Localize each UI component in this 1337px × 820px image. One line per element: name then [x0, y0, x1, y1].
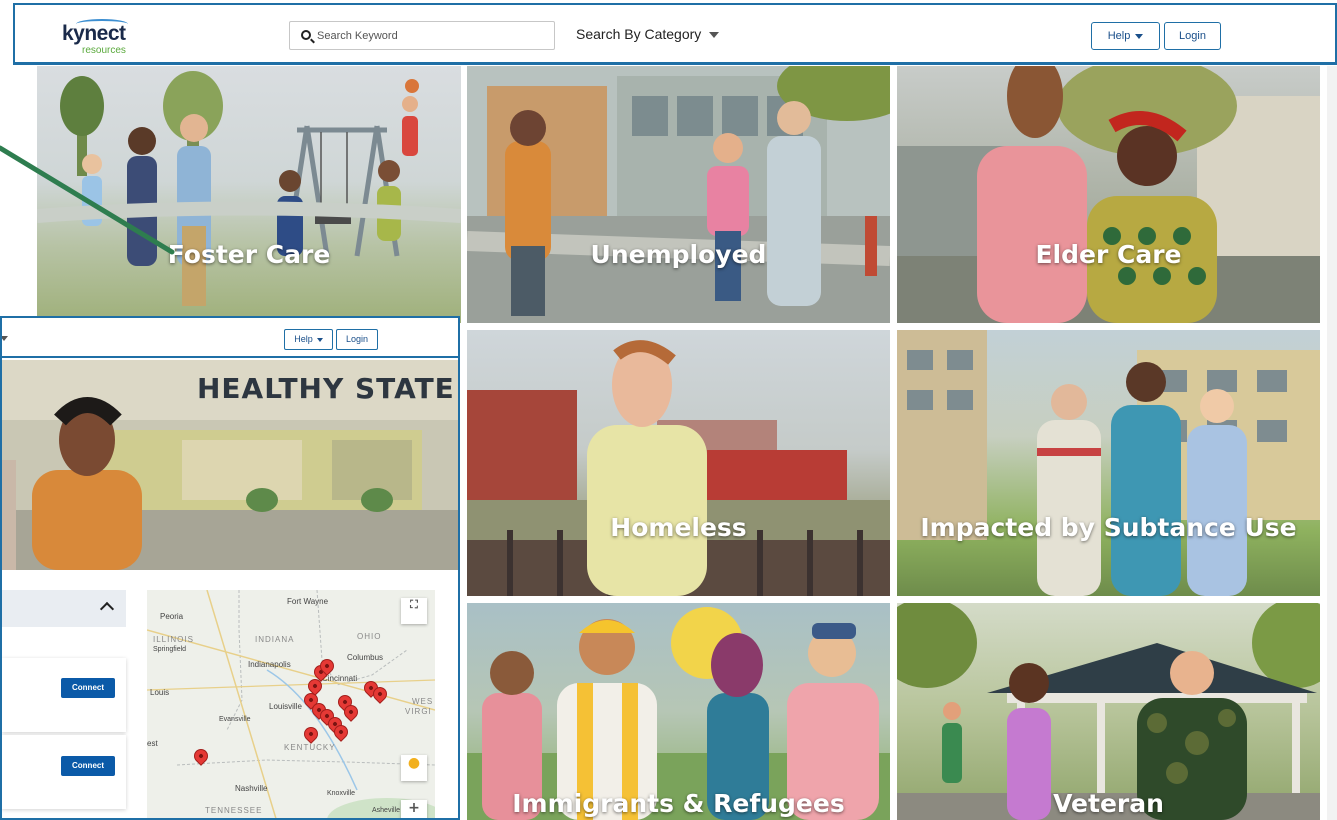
category-tile-immigrants-refugees[interactable]: Immigrants & Refugees: [467, 603, 890, 820]
connect-button[interactable]: Connect: [61, 756, 115, 776]
category-tile-elder-care[interactable]: Elder Care: [897, 66, 1320, 323]
map-label: Asheville: [372, 807, 401, 814]
tile-label: Immigrants & Refugees: [512, 789, 845, 818]
category-tile-unemployed[interactable]: Unemployed: [467, 66, 890, 323]
map-label: Fort Wayne: [287, 597, 329, 606]
search-by-category-dropdown[interactable]: Search By Category: [576, 26, 720, 42]
kynect-logo[interactable]: kynect resources: [62, 19, 142, 59]
chevron-up-icon: [99, 601, 115, 617]
map-label: Columbus: [347, 653, 384, 662]
help-label: Help: [1107, 30, 1131, 42]
category-label: Search By Category: [576, 26, 702, 42]
tile-label: Unemployed: [590, 240, 767, 269]
tile-label: Homeless: [610, 513, 747, 542]
page-scrollbar[interactable]: [1327, 66, 1337, 820]
map-label: WES: [412, 697, 434, 706]
overlay-login-label: Login: [345, 334, 369, 344]
map-label: Peoria: [160, 612, 184, 621]
search-box[interactable]: [289, 21, 555, 50]
substance-use-illustration: [897, 330, 1320, 596]
login-label: Login: [1179, 30, 1206, 42]
search-input[interactable]: [317, 26, 547, 46]
map-label: INDIANA: [255, 635, 295, 644]
search-icon: [301, 30, 311, 40]
resource-card: Connect: [2, 735, 126, 809]
fullscreen-icon[interactable]: ⛶: [401, 598, 427, 624]
unemployed-illustration: [467, 66, 890, 323]
map-label: OHIO: [357, 632, 382, 641]
resource-card: Connect: [2, 658, 126, 732]
elder-care-illustration: [897, 66, 1320, 323]
tile-label: Impacted by Subtance Use: [920, 513, 1297, 542]
overlay-hero-image: HEALTHY STATE: [2, 360, 458, 570]
help-button[interactable]: Help: [1091, 22, 1160, 50]
category-tile-veteran[interactable]: Veteran: [897, 603, 1320, 820]
healthy-state-sign: HEALTHY STATE: [197, 372, 455, 405]
map-label: Evansville: [219, 716, 251, 723]
accordion-header[interactable]: [2, 590, 126, 627]
chevron-down-icon: [2, 336, 8, 341]
overlay-header: Help Login: [2, 318, 458, 358]
login-button[interactable]: Login: [1164, 22, 1221, 50]
map-label: Springfield: [153, 646, 187, 653]
logo-subtitle: resources: [82, 45, 126, 56]
overlay-screenshot: Help Login HEALTHY STATE Connect Connect…: [0, 316, 460, 820]
chevron-down-icon: [1135, 33, 1144, 39]
category-tile-foster-care[interactable]: Foster Care: [37, 66, 461, 323]
tile-label: Elder Care: [1035, 240, 1182, 269]
tile-label: Veteran: [1053, 789, 1164, 818]
connect-button[interactable]: Connect: [61, 678, 115, 698]
tile-label: Foster Care: [167, 240, 331, 269]
map-label: Louisville: [269, 702, 302, 711]
zoom-in-icon[interactable]: +: [401, 800, 427, 818]
category-tile-substance-use[interactable]: Impacted by Subtance Use: [897, 330, 1320, 596]
homeless-illustration: [467, 340, 890, 596]
map-label: KENTUCKY: [284, 743, 336, 752]
logo-word: kynect: [62, 22, 126, 45]
chevron-down-icon: [316, 337, 323, 342]
site-header: kynect resources Search By Category Help…: [13, 3, 1337, 65]
chevron-down-icon: [709, 32, 720, 39]
resource-map[interactable]: Peoria Fort Wayne ILLINOIS Springfield I…: [147, 590, 435, 818]
map-label: Indianapolis: [248, 660, 291, 669]
map-label: Knoxville: [327, 790, 356, 797]
map-label: Nashville: [235, 784, 268, 793]
foster-care-illustration: [37, 71, 461, 306]
map-label: Louis: [150, 688, 170, 697]
map-label: VIRGI: [405, 707, 432, 716]
immigrants-refugees-illustration: [467, 607, 890, 820]
map-label: Cincinnati: [322, 674, 358, 683]
page-root: kynect resources Search By Category Help…: [0, 0, 1337, 820]
overlay-help-label: Help: [294, 334, 313, 344]
street-view-icon[interactable]: ●: [401, 755, 427, 781]
overlay-help-button[interactable]: Help: [284, 329, 333, 350]
map-label: est: [147, 739, 158, 748]
overlay-login-button[interactable]: Login: [336, 329, 378, 350]
map-label: TENNESSEE: [205, 806, 263, 815]
veteran-illustration: [897, 603, 1320, 820]
map-label: ILLINOIS: [153, 635, 194, 644]
category-tile-homeless[interactable]: Homeless: [467, 330, 890, 596]
